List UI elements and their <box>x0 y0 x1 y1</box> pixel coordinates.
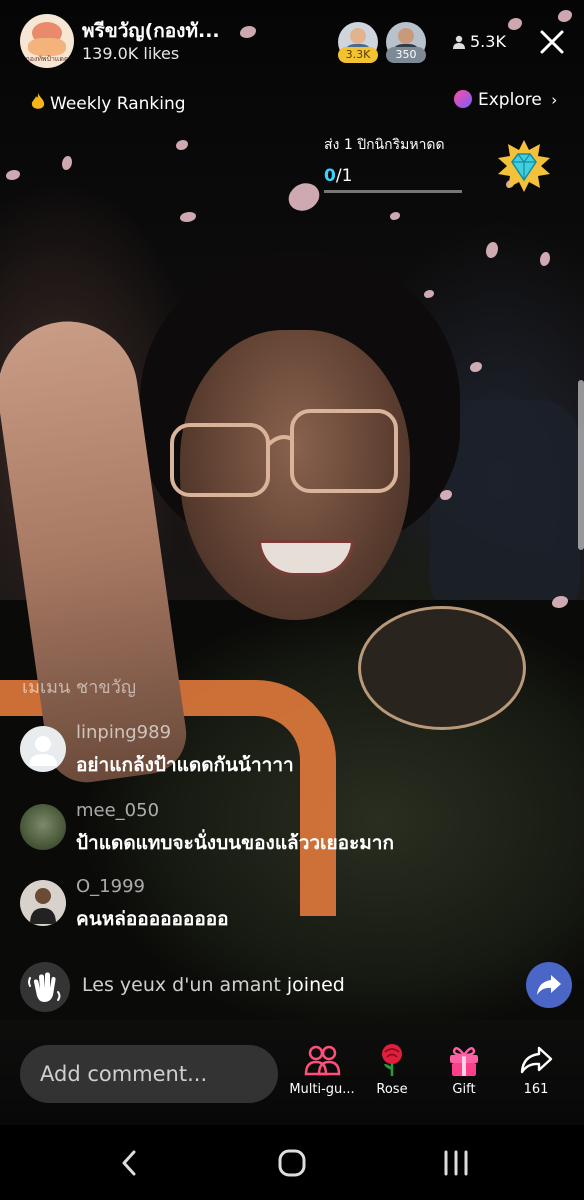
explore-button[interactable]: Explore › <box>454 90 557 110</box>
share-icon <box>520 1046 553 1074</box>
person-icon <box>453 35 465 49</box>
joined-username: Les yeux d'un amant <box>82 974 281 996</box>
gift-task-progress: 0/1 <box>324 166 484 186</box>
petal <box>470 362 482 372</box>
gift-task-title: ส่ง 1 ปิกนิกริมหาดด <box>324 137 445 153</box>
weekly-ranking-label: Weekly Ranking <box>50 94 186 114</box>
multi-guest-label: Multi-gu... <box>289 1082 355 1097</box>
multi-guest-icon <box>304 1045 341 1076</box>
petal <box>540 252 550 266</box>
petal <box>176 140 188 150</box>
chat-avatar[interactable] <box>20 804 66 850</box>
joined-notification: Les yeux d'un amant joined <box>20 962 572 1012</box>
diamond-icon[interactable] <box>496 138 552 194</box>
petal <box>180 212 196 222</box>
host-likes: 139.0K likes <box>82 44 180 63</box>
comment-input[interactable]: Add comment... <box>20 1045 278 1103</box>
live-stream-screen: กองทัพป้าแดด พรีขวัญ(กองทั... 139.0K lik… <box>0 0 584 1200</box>
chat-username[interactable]: mee_050 <box>76 800 159 821</box>
viewer-count-value: 5.3K <box>470 32 506 51</box>
home-icon[interactable] <box>272 1145 312 1181</box>
host-logo-text: กองทัพป้าแดด <box>25 55 69 63</box>
user-photo-icon <box>30 888 56 924</box>
waving-hand-icon <box>28 972 61 1002</box>
petal <box>62 156 72 170</box>
faded-chat-message: เมเมน ชาขวัญ <box>22 677 137 698</box>
side-panel-handle[interactable] <box>578 380 584 550</box>
recent-apps-icon[interactable] <box>436 1145 476 1181</box>
rose-button[interactable]: Rose <box>356 1042 428 1097</box>
host-name[interactable]: พรีขวัญ(กองทั... <box>82 16 252 46</box>
chat-text: ป้าแดดแทบจะนั่งบนของแล้ววเยอะมาก <box>76 832 394 854</box>
weekly-ranking-button[interactable]: Weekly Ranking <box>30 92 186 114</box>
chat-username[interactable]: linping989 <box>76 722 171 743</box>
explore-label: Explore <box>478 90 542 110</box>
viewer-count[interactable]: 5.3K <box>452 32 506 51</box>
gift-task[interactable]: ส่ง 1 ปิกนิกริมหาดด 0/1 <box>324 134 484 193</box>
petal <box>486 242 498 258</box>
share-arrow-icon <box>537 975 561 995</box>
petal <box>424 290 434 298</box>
gift-icon <box>450 1047 478 1076</box>
petal <box>508 18 522 30</box>
petal <box>284 177 324 217</box>
wave-button[interactable] <box>20 962 70 1012</box>
gift-label: Gift <box>452 1082 476 1097</box>
default-avatar-icon <box>29 736 57 766</box>
share-count: 161 <box>523 1082 549 1097</box>
gift-task-bar <box>324 190 462 193</box>
gift-button[interactable]: Gift <box>428 1042 500 1097</box>
quick-share-button[interactable] <box>526 962 572 1008</box>
chat-text: คนหล่อออออออออ <box>76 908 229 930</box>
joined-text: Les yeux d'un amant joined <box>82 974 345 996</box>
gift-task-current: 0 <box>324 166 336 186</box>
streamer-glasses <box>170 409 398 497</box>
explore-planet-icon <box>454 90 472 108</box>
multi-guest-button[interactable]: Multi-gu... <box>286 1042 358 1097</box>
chat-text: อย่าแกล้งป้าแดดกันน้าาาา <box>76 754 294 776</box>
share-button[interactable]: 161 <box>500 1042 572 1097</box>
rose-icon <box>382 1044 402 1076</box>
host-info[interactable]: กองทัพป้าแดด พรีขวัญ(กองทั... 139.0K lik… <box>20 14 240 70</box>
chat-username[interactable]: O_1999 <box>76 876 145 897</box>
gift-task-total: /1 <box>335 166 353 186</box>
petal <box>558 10 572 22</box>
top-viewer-badge: 3.3K <box>338 47 378 63</box>
flame-icon <box>31 93 45 109</box>
host-avatar[interactable]: กองทัพป้าแดด <box>20 14 74 68</box>
joined-suffix: joined <box>286 974 345 996</box>
rose-label: Rose <box>376 1082 408 1097</box>
petal <box>390 212 400 220</box>
close-icon[interactable] <box>538 28 566 56</box>
chat-avatar[interactable] <box>20 880 66 926</box>
jacket-patch <box>358 606 526 730</box>
system-navigation-bar <box>0 1125 584 1200</box>
chevron-right-icon: › <box>551 91 558 109</box>
back-icon[interactable] <box>108 1145 148 1181</box>
top-viewer-badge: 350 <box>386 47 426 63</box>
chat-avatar[interactable] <box>20 726 66 772</box>
petal <box>6 170 20 180</box>
